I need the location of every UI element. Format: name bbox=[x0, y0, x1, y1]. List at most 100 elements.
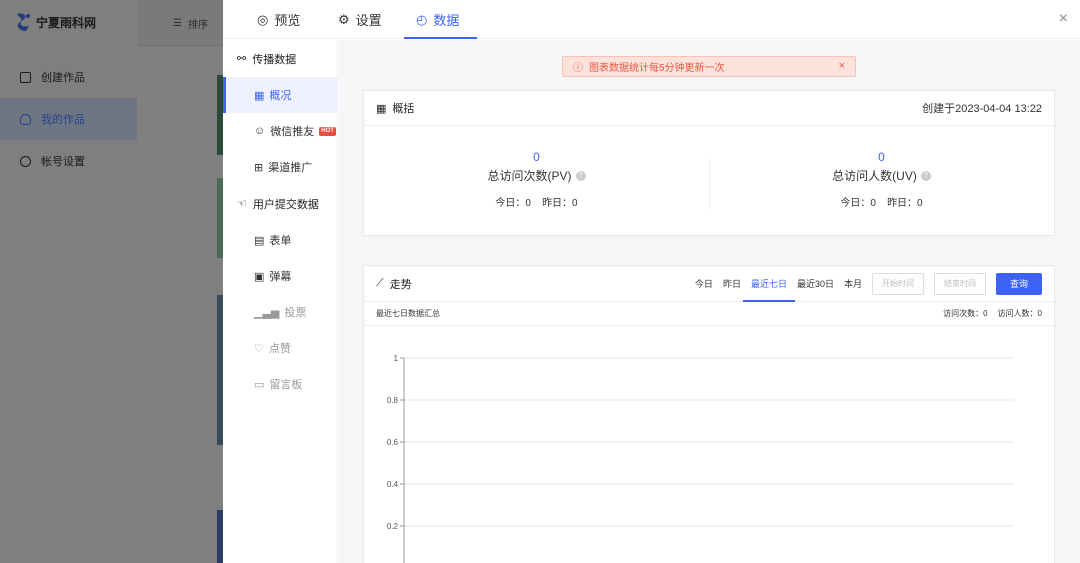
tab-settings[interactable]: ⚙ 设置 bbox=[338, 0, 382, 39]
pv-label: 总访问次数(PV) bbox=[487, 169, 572, 183]
menu-group-submissions: ☜ 用户提交数据 bbox=[223, 185, 337, 222]
menu-group-label: 用户提交数据 bbox=[252, 198, 319, 211]
gear-icon: ⚙ bbox=[338, 11, 350, 27]
share-icon: ⚯ bbox=[237, 53, 247, 65]
nav-my-works[interactable]: 我的作品 bbox=[0, 98, 137, 140]
visitors-total: 访问人数：0 bbox=[997, 309, 1042, 318]
menu-item-label: 渠道推广 bbox=[268, 162, 313, 174]
heart-icon: ♡ bbox=[254, 342, 264, 355]
grid-icon: ▦ bbox=[376, 102, 387, 115]
y-tick-label: 0.2 bbox=[387, 522, 399, 531]
start-date-input[interactable]: 开始时间 bbox=[872, 272, 924, 295]
menu-item-label: 微信推友 bbox=[270, 126, 315, 138]
sort-button[interactable]: ☰ 排序 bbox=[173, 16, 208, 31]
gear-icon bbox=[20, 155, 31, 167]
menu-item-message-board[interactable]: ▭ 留言板 bbox=[223, 366, 337, 402]
nav-label: 帐号设置 bbox=[41, 156, 85, 168]
nav-account-settings[interactable]: 帐号设置 bbox=[0, 140, 137, 182]
y-tick-label: 0.6 bbox=[387, 438, 399, 447]
notice-close-icon[interactable]: × bbox=[839, 60, 845, 72]
pv-today: 今日：0 bbox=[495, 198, 531, 209]
range-today[interactable]: 今日 bbox=[695, 266, 713, 302]
range-last-30-days[interactable]: 最近30日 bbox=[797, 266, 834, 302]
data-content: ⓘ 图表数据统计每5分钟更新一次 × ▦ 概括 创建于2023-04-04 13… bbox=[339, 40, 1080, 563]
uv-yesterday: 昨日：0 bbox=[887, 198, 923, 209]
channel-icon: ⊞ bbox=[254, 161, 264, 174]
menu-group-spread: ⚯ 传播数据 bbox=[223, 40, 337, 77]
background-main bbox=[137, 0, 223, 563]
trend-card: ⟋ 走势 今日 昨日 最近七日 最近30日 本月 开始时间 结束时间 查询 最近… bbox=[363, 265, 1055, 563]
close-icon[interactable]: × bbox=[1059, 10, 1068, 28]
data-menu: ⚯ 传播数据 ▦ 概况 ☺ 微信推友 HOT ⊞ 渠道推广 ☜ 用户提交数据 ▤ 表单 ▣ 弹幕… bbox=[223, 40, 338, 563]
menu-item-channel[interactable]: ⊞ 渠道推广 bbox=[223, 149, 337, 185]
edit-icon bbox=[20, 71, 31, 83]
update-notice: ⓘ 图表数据统计每5分钟更新一次 × bbox=[562, 56, 856, 77]
user-icon bbox=[20, 113, 31, 125]
data-drawer: ◎ 预览 ⚙ 设置 ◴ 数据 × ⚯ 传播数据 ▦ 概况 ☺ 微信推友 HOT ⊞ 渠道推广 ☜… bbox=[223, 0, 1080, 563]
nav-create-work[interactable]: 创建作品 bbox=[0, 56, 137, 98]
bar-chart-icon: ▁▃▅ bbox=[254, 306, 280, 319]
trend-summary: 最近七日数据汇总 访问次数：0 访问人数：0 bbox=[364, 302, 1054, 326]
menu-item-overview[interactable]: ▦ 概况 bbox=[223, 77, 337, 113]
menu-group-label: 传播数据 bbox=[252, 53, 297, 66]
range-selector: 今日 昨日 最近七日 最近30日 本月 开始时间 结束时间 查询 bbox=[695, 266, 1042, 302]
notice-text: 图表数据统计每5分钟更新一次 bbox=[589, 63, 725, 74]
menu-item-form[interactable]: ▤ 表单 bbox=[223, 222, 337, 258]
uv-today: 今日：0 bbox=[840, 198, 876, 209]
menu-item-vote[interactable]: ▁▃▅ 投票 bbox=[223, 294, 337, 330]
menu-item-label: 留言板 bbox=[269, 379, 303, 391]
tab-data[interactable]: ◴ 数据 bbox=[403, 0, 478, 39]
wechat-icon: ☺ bbox=[254, 125, 266, 137]
trend-icon: ⟋ bbox=[376, 277, 384, 289]
query-button[interactable]: 查询 bbox=[996, 272, 1042, 295]
overview-card: ▦ 概括 创建于2023-04-04 13:22 0 总访问次数(PV)? 今日… bbox=[363, 90, 1055, 236]
summary-label: 最近七日数据汇总 bbox=[376, 309, 440, 318]
range-last-7-days[interactable]: 最近七日 bbox=[742, 266, 795, 302]
help-icon[interactable]: ? bbox=[920, 170, 931, 181]
nav-label: 我的作品 bbox=[41, 114, 85, 126]
y-tick-label: 0.8 bbox=[387, 396, 399, 405]
brand-logo: 宁夏雨科网 bbox=[14, 10, 96, 34]
menu-item-label: 投票 bbox=[284, 307, 307, 319]
pv-stat: 0 总访问次数(PV)? 今日：0 昨日：0 bbox=[364, 150, 709, 209]
menu-item-label: 表单 bbox=[269, 235, 292, 247]
danmaku-icon: ▣ bbox=[254, 270, 265, 283]
end-date-input[interactable]: 结束时间 bbox=[934, 272, 986, 295]
hand-icon: ☜ bbox=[237, 198, 247, 210]
menu-item-like[interactable]: ♡ 点赞 bbox=[223, 330, 337, 366]
range-yesterday[interactable]: 昨日 bbox=[723, 266, 741, 302]
logo-icon bbox=[14, 12, 32, 32]
sort-label: 排序 bbox=[187, 20, 208, 31]
help-icon[interactable]: ? bbox=[575, 170, 586, 181]
message-icon: ▭ bbox=[254, 378, 265, 391]
tab-label: 预览 bbox=[274, 13, 301, 28]
tab-label: 数据 bbox=[433, 13, 460, 28]
created-time: 创建于2023-04-04 13:22 bbox=[922, 103, 1042, 115]
drawer-tabs: ◎ 预览 ⚙ 设置 ◴ 数据 × bbox=[223, 0, 1080, 39]
overview-title: 概括 bbox=[392, 103, 415, 115]
brand-name: 宁夏雨科网 bbox=[36, 15, 97, 30]
menu-item-label: 概况 bbox=[269, 90, 292, 102]
trend-title: 走势 bbox=[389, 278, 412, 291]
uv-stat: 0 总访问人数(UV)? 今日：0 昨日：0 bbox=[709, 150, 1054, 209]
tab-preview[interactable]: ◎ 预览 bbox=[257, 0, 300, 39]
trend-chart: 00.20.40.60.8103-2903-3003-3104-0104-020… bbox=[387, 354, 1014, 563]
uv-label: 总访问人数(UV) bbox=[832, 169, 917, 183]
nav-label: 创建作品 bbox=[41, 72, 85, 84]
menu-item-danmaku[interactable]: ▣ 弹幕 bbox=[223, 258, 337, 294]
background-toolbar: ☰ 排序 bbox=[137, 0, 223, 46]
visits-total: 访问次数：0 bbox=[943, 309, 988, 318]
hot-badge: HOT bbox=[319, 126, 336, 136]
menu-item-label: 弹幕 bbox=[269, 271, 292, 283]
pv-yesterday: 昨日：0 bbox=[542, 198, 578, 209]
info-icon: ⓘ bbox=[573, 63, 583, 74]
chart-icon: ◴ bbox=[416, 11, 428, 27]
list-icon: ☰ bbox=[173, 18, 182, 29]
uv-value: 0 bbox=[878, 150, 885, 164]
menu-item-wechat[interactable]: ☺ 微信推友 HOT bbox=[223, 113, 337, 149]
grid-icon: ▦ bbox=[254, 89, 265, 102]
eye-icon: ◎ bbox=[257, 11, 269, 27]
background-sidebar: 宁夏雨科网 创建作品 我的作品 帐号设置 bbox=[0, 0, 137, 563]
menu-item-label: 点赞 bbox=[268, 343, 291, 355]
range-this-month[interactable]: 本月 bbox=[844, 266, 862, 302]
